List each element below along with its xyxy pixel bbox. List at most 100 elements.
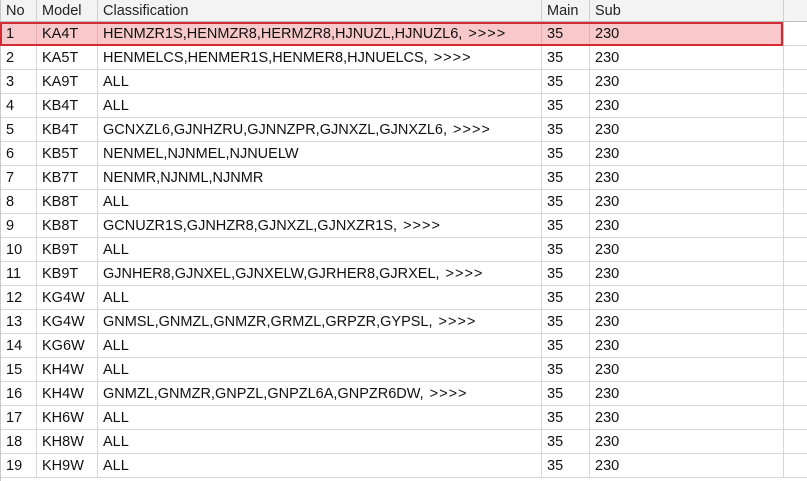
cell-model[interactable]: KB5T	[37, 142, 98, 166]
cell-main[interactable]: 35	[542, 190, 590, 214]
cell-sub[interactable]: 230	[590, 46, 784, 70]
cell-no[interactable]: 1	[1, 22, 37, 46]
cell-classification[interactable]: NENMR,NJNML,NJNMR	[98, 166, 542, 190]
more-indicator[interactable]: >>>>	[453, 122, 491, 138]
cell-sub[interactable]: 230	[590, 382, 784, 406]
cell-model[interactable]: KB8T	[37, 214, 98, 238]
cell-sub[interactable]: 230	[590, 142, 784, 166]
cell-classification[interactable]: ALL	[98, 358, 542, 382]
cell-no[interactable]: 19	[1, 454, 37, 478]
cell-classification[interactable]: ALL	[98, 190, 542, 214]
cell-no[interactable]: 11	[1, 262, 37, 286]
cell-main[interactable]: 35	[542, 94, 590, 118]
cell-main[interactable]: 35	[542, 406, 590, 430]
cell-classification[interactable]: ALL	[98, 406, 542, 430]
cell-no[interactable]: 8	[1, 190, 37, 214]
cell-classification[interactable]: ALL	[98, 238, 542, 262]
cell-main[interactable]: 35	[542, 70, 590, 94]
cell-model[interactable]: KB4T	[37, 94, 98, 118]
column-header-model[interactable]: Model	[37, 0, 98, 22]
table-row[interactable]: 3 KA9T ALL 35 230	[1, 70, 807, 94]
cell-classification[interactable]: ALL	[98, 286, 542, 310]
cell-no[interactable]: 16	[1, 382, 37, 406]
cell-classification[interactable]: HENMELCS,HENMER1S,HENMER8,HJNUELCS, >>>>	[98, 46, 542, 70]
cell-model[interactable]: KH6W	[37, 406, 98, 430]
cell-sub[interactable]: 230	[590, 286, 784, 310]
cell-sub[interactable]: 230	[590, 238, 784, 262]
table-row[interactable]: 15 KH4W ALL 35 230	[1, 358, 807, 382]
table-row[interactable]: 19 KH9W ALL 35 230	[1, 454, 807, 478]
cell-main[interactable]: 35	[542, 310, 590, 334]
cell-no[interactable]: 9	[1, 214, 37, 238]
cell-sub[interactable]: 230	[590, 70, 784, 94]
cell-no[interactable]: 3	[1, 70, 37, 94]
cell-classification[interactable]: ALL	[98, 430, 542, 454]
cell-no[interactable]: 5	[1, 118, 37, 142]
cell-model[interactable]: KB9T	[37, 238, 98, 262]
cell-sub[interactable]: 230	[590, 406, 784, 430]
cell-sub[interactable]: 230	[590, 454, 784, 478]
cell-no[interactable]: 10	[1, 238, 37, 262]
cell-no[interactable]: 12	[1, 286, 37, 310]
cell-sub[interactable]: 230	[590, 166, 784, 190]
column-header-no[interactable]: No	[1, 0, 37, 22]
cell-main[interactable]: 35	[542, 238, 590, 262]
cell-no[interactable]: 14	[1, 334, 37, 358]
table-row[interactable]: 11 KB9T GJNHER8,GJNXEL,GJNXELW,GJRHER8,GJR…	[1, 262, 807, 286]
cell-model[interactable]: KA9T	[37, 70, 98, 94]
cell-main[interactable]: 35	[542, 214, 590, 238]
cell-classification[interactable]: GNMSL,GNMZL,GNMZR,GRMZL,GRPZR,GYPSL, >>>>	[98, 310, 542, 334]
cell-sub[interactable]: 230	[590, 310, 784, 334]
cell-no[interactable]: 7	[1, 166, 37, 190]
cell-model[interactable]: KG4W	[37, 286, 98, 310]
table-row[interactable]: 8 KB8T ALL 35 230	[1, 190, 807, 214]
cell-main[interactable]: 35	[542, 118, 590, 142]
table-row[interactable]: 4 KB4T ALL 35 230	[1, 94, 807, 118]
more-indicator[interactable]: >>>>	[434, 50, 472, 66]
cell-main[interactable]: 35	[542, 166, 590, 190]
cell-model[interactable]: KH4W	[37, 358, 98, 382]
more-indicator[interactable]: >>>>	[403, 218, 441, 234]
column-header-classification[interactable]: Classification	[98, 0, 542, 22]
cell-main[interactable]: 35	[542, 358, 590, 382]
cell-no[interactable]: 13	[1, 310, 37, 334]
cell-no[interactable]: 4	[1, 94, 37, 118]
cell-main[interactable]: 35	[542, 430, 590, 454]
table-row[interactable]: 2 KA5T HENMELCS,HENMER1S,HENMER8,HJNUELCS,…	[1, 46, 807, 70]
cell-sub[interactable]: 230	[590, 118, 784, 142]
cell-main[interactable]: 35	[542, 382, 590, 406]
table-row[interactable]: 9 KB8T GCNUZR1S,GJNHZR8,GJNXZL,GJNXZR1S, >>…	[1, 214, 807, 238]
cell-model[interactable]: KA5T	[37, 46, 98, 70]
cell-classification[interactable]: ALL	[98, 454, 542, 478]
cell-no[interactable]: 15	[1, 358, 37, 382]
cell-classification[interactable]: ALL	[98, 334, 542, 358]
cell-model[interactable]: KB9T	[37, 262, 98, 286]
cell-classification[interactable]: GCNXZL6,GJNHZRU,GJNNZPR,GJNXZL,GJNXZL6, >…	[98, 118, 542, 142]
cell-sub[interactable]: 230	[590, 214, 784, 238]
cell-model[interactable]: KB8T	[37, 190, 98, 214]
cell-sub[interactable]: 230	[590, 358, 784, 382]
cell-classification[interactable]: NENMEL,NJNMEL,NJNUELW	[98, 142, 542, 166]
cell-main[interactable]: 35	[542, 142, 590, 166]
table-row[interactable]: 7 KB7T NENMR,NJNML,NJNMR 35 230	[1, 166, 807, 190]
cell-sub[interactable]: 230	[590, 22, 784, 46]
cell-model[interactable]: KH9W	[37, 454, 98, 478]
cell-sub[interactable]: 230	[590, 334, 784, 358]
more-indicator[interactable]: >>>>	[468, 26, 506, 42]
cell-classification[interactable]: GCNUZR1S,GJNHZR8,GJNXZL,GJNXZR1S, >>>>	[98, 214, 542, 238]
cell-sub[interactable]: 230	[590, 262, 784, 286]
cell-main[interactable]: 35	[542, 286, 590, 310]
cell-no[interactable]: 2	[1, 46, 37, 70]
cell-main[interactable]: 35	[542, 334, 590, 358]
cell-main[interactable]: 35	[542, 46, 590, 70]
cell-model[interactable]: KG4W	[37, 310, 98, 334]
cell-model[interactable]: KA4T	[37, 22, 98, 46]
cell-model[interactable]: KH8W	[37, 430, 98, 454]
cell-sub[interactable]: 230	[590, 190, 784, 214]
cell-sub[interactable]: 230	[590, 430, 784, 454]
more-indicator[interactable]: >>>>	[430, 386, 468, 402]
table-row[interactable]: 17 KH6W ALL 35 230	[1, 406, 807, 430]
cell-model[interactable]: KG6W	[37, 334, 98, 358]
column-header-sub[interactable]: Sub	[590, 0, 784, 22]
cell-classification[interactable]: ALL	[98, 94, 542, 118]
